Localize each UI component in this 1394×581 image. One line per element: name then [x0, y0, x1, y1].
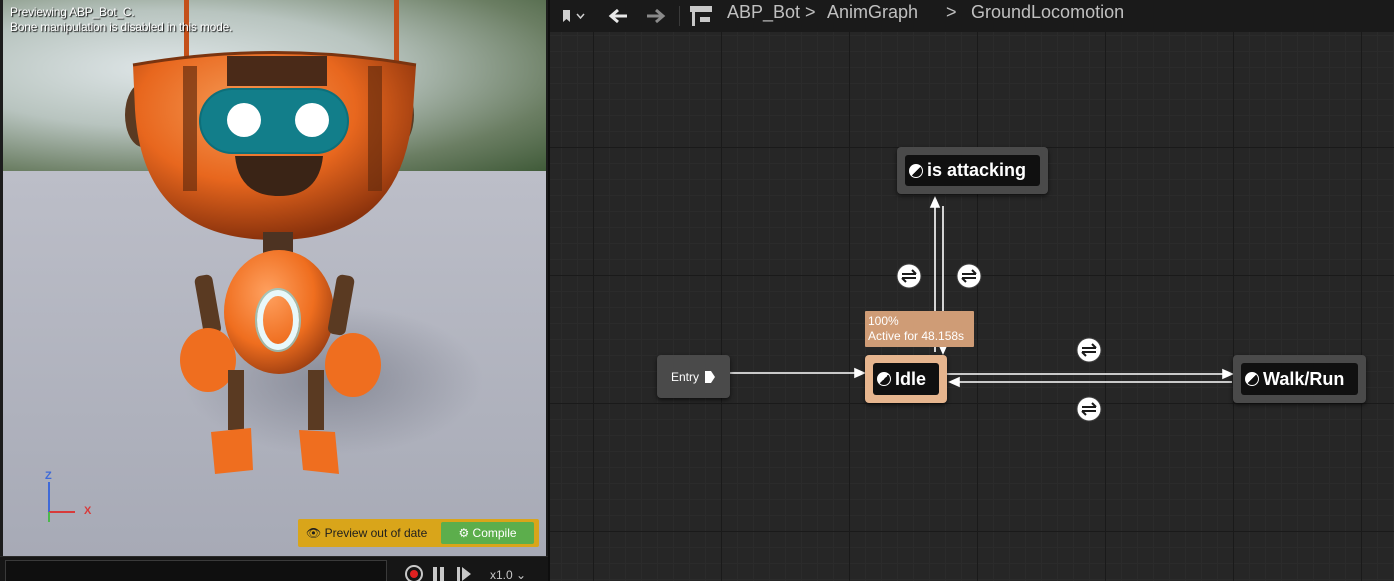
transition-rule-icon[interactable]: [896, 263, 922, 289]
entry-pin-icon[interactable]: [704, 370, 716, 384]
transition-wires: [730, 196, 1234, 388]
forward-button[interactable]: [642, 0, 670, 32]
transition-rule-icon[interactable]: [1076, 337, 1102, 363]
bookmark-icon: [563, 10, 585, 22]
state-node-idle[interactable]: Idle: [865, 355, 947, 403]
state-icon: [1245, 372, 1259, 386]
breadcrumb-item[interactable]: AnimGraph: [827, 2, 918, 23]
breadcrumb-item[interactable]: ABP_Bot: [727, 2, 800, 23]
toolbar-divider: [679, 6, 680, 26]
transition-rule-icon[interactable]: [956, 263, 982, 289]
transition-rule-icon[interactable]: [1076, 396, 1102, 422]
state-node-body: is attacking: [905, 155, 1040, 186]
breadcrumb-item[interactable]: GroundLocomotion: [971, 2, 1124, 23]
hierarchy-button[interactable]: [687, 0, 715, 32]
state-node-label: Idle: [895, 368, 927, 389]
breadcrumb-separator: >: [946, 2, 957, 22]
state-node-body: Idle: [873, 363, 939, 395]
bookmark-menu[interactable]: [557, 0, 589, 32]
anim-blueprint-editor: Previewing ABP_Bot_C. Bone manipulation …: [0, 0, 1394, 581]
back-button[interactable]: [604, 0, 632, 32]
state-node-body: Walk/Run: [1241, 363, 1358, 395]
entry-node[interactable]: Entry: [657, 355, 730, 398]
active-duration: Active for 48.158s: [868, 329, 965, 343]
state-node-label: Walk/Run: [1263, 368, 1345, 389]
active-percent: 100%: [868, 314, 899, 328]
arrow-left-icon: [608, 8, 627, 24]
hierarchy-icon: [690, 6, 712, 26]
state-icon: [909, 163, 923, 178]
entry-label: Entry: [671, 370, 700, 384]
state-node-label: is attacking: [927, 160, 1027, 180]
arrow-right-icon: [647, 8, 666, 24]
active-state-tooltip: 100% Active for 48.158s: [865, 311, 974, 347]
state-node-is-attacking[interactable]: is attacking: [897, 147, 1048, 194]
state-icon: [877, 372, 891, 386]
graph-toolbar: ABP_Bot > AnimGraph > GroundLocomotion: [550, 0, 1394, 32]
breadcrumb-separator: >: [805, 2, 816, 22]
state-node-walk-run[interactable]: Walk/Run: [1233, 355, 1366, 403]
